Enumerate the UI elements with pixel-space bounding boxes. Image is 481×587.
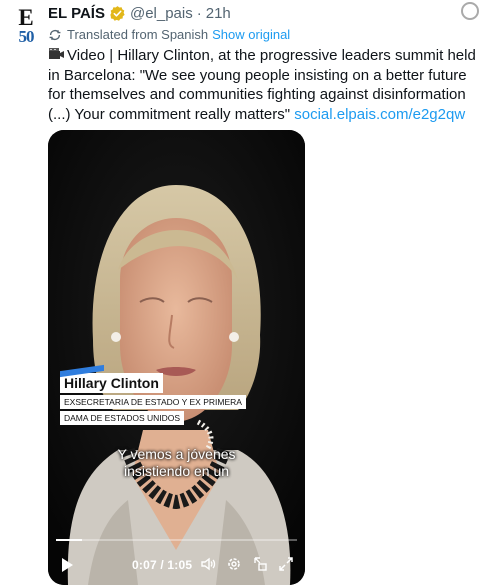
volume-icon[interactable] xyxy=(200,556,216,572)
video-controls: 0:07 / 1:05 xyxy=(48,550,305,580)
tweet-link[interactable]: social.elpais.com/e2g2qw xyxy=(294,106,465,123)
avatar[interactable]: E 50 xyxy=(10,5,42,45)
separator-dot: · xyxy=(196,5,202,22)
caption-line-1: Y vemos a jóvenes xyxy=(117,446,236,462)
video-caption: Y vemos a jóvenes insistiendo en un xyxy=(48,446,305,480)
account-handle[interactable]: @el_pais xyxy=(130,5,193,22)
progress-bar[interactable] xyxy=(56,539,297,541)
settings-icon[interactable] xyxy=(226,556,242,572)
lower-third-name: Hillary Clinton xyxy=(60,373,163,393)
verified-badge-icon xyxy=(110,6,125,21)
avatar-number: 50 xyxy=(18,27,35,46)
lower-third-title-1: EXSECRETARIA DE ESTADO Y EX PRIMERA xyxy=(60,395,246,409)
video-player[interactable]: Hillary Clinton EXSECRETARIA DE ESTADO Y… xyxy=(48,130,305,585)
translated-label: Translated from Spanish xyxy=(67,27,209,42)
avatar-letter: E xyxy=(18,5,34,30)
lower-third: Hillary Clinton EXSECRETARIA DE ESTADO Y… xyxy=(60,364,246,425)
more-icon[interactable] xyxy=(461,2,479,20)
video-time: 0:07 / 1:05 xyxy=(132,558,193,572)
tweet-time[interactable]: 21h xyxy=(206,5,231,22)
fullscreen-icon[interactable] xyxy=(278,556,294,572)
translation-bar: Translated from Spanish Show original xyxy=(48,27,290,42)
account-name[interactable]: EL PAÍS xyxy=(48,5,105,22)
play-icon[interactable] xyxy=(62,558,73,572)
pip-icon[interactable] xyxy=(252,556,268,572)
tweet-text: Video | Hillary Clinton, at the progress… xyxy=(48,46,476,124)
caption-line-2: insistiendo en un xyxy=(123,463,230,479)
lower-third-title-2: DAMA DE ESTADOS UNIDOS xyxy=(60,411,185,425)
video-frame xyxy=(48,130,305,585)
show-original-link[interactable]: Show original xyxy=(212,27,290,42)
camera-icon xyxy=(48,46,65,66)
progress-fill xyxy=(56,539,83,541)
tweet-header: EL PAÍS @el_pais · 21h xyxy=(48,5,231,22)
translate-icon xyxy=(49,29,61,40)
